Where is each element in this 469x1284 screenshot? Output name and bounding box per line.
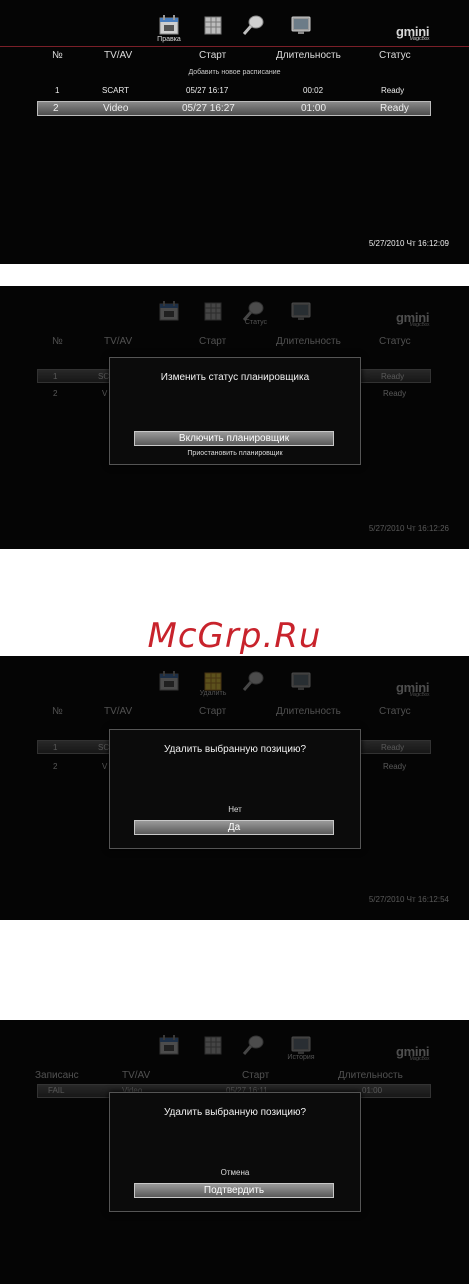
menu-icon-bar: Удалить gmini MagicBox xyxy=(0,666,469,702)
column-header-status: Статус xyxy=(379,336,411,347)
clock: 5/27/2010 Чт 16:12:09 xyxy=(368,239,449,248)
add-new-schedule[interactable]: Добавить новое расписание xyxy=(0,69,469,76)
site-watermark: McGrp.Ru xyxy=(147,616,322,656)
column-header-source: TV/AV xyxy=(104,50,133,61)
cancel-option[interactable]: Отмена xyxy=(110,1168,360,1177)
column-header-duration: Длительность xyxy=(276,336,341,347)
yes-button[interactable]: Да xyxy=(134,820,334,835)
screen-scheduler-status: Статус gmini MagicBox № TV/AV Старт Длите… xyxy=(0,286,469,549)
table-row[interactable]: 1 SCART 05/27 16:17 00:02 Ready xyxy=(0,84,469,98)
dialog-title: Удалить выбранную позицию? xyxy=(163,744,307,755)
magnifier-icon[interactable] xyxy=(242,670,264,692)
column-header-duration: Длительность xyxy=(276,50,341,61)
menu-item-label: Правка xyxy=(157,36,181,43)
delete-confirm-dialog: Удалить выбранную позицию? Нет Да xyxy=(109,729,361,849)
column-header-start: Старт xyxy=(199,336,227,347)
column-header-start: Старт xyxy=(242,1070,270,1081)
grid-icon[interactable] xyxy=(202,300,224,322)
column-header-duration: Длительность xyxy=(276,706,341,717)
calendar-icon[interactable] xyxy=(158,300,180,322)
column-header-record: Записанс xyxy=(35,1070,79,1081)
calendar-icon[interactable] xyxy=(158,1034,180,1056)
column-header-duration: Длительность xyxy=(338,1070,403,1081)
column-header-source: TV/AV xyxy=(122,1070,151,1081)
column-header-start: Старт xyxy=(199,706,227,717)
clock: 5/27/2010 Чт 16:12:26 xyxy=(368,524,449,533)
menu-icon-bar: История gmini MagicBox xyxy=(0,1030,469,1066)
calendar-icon[interactable] xyxy=(158,670,180,692)
magnifier-icon[interactable] xyxy=(242,1034,264,1056)
column-header-number: № xyxy=(52,50,63,61)
menu-icon-bar: Правка gmini MagicBox xyxy=(0,10,469,46)
scheduler-status-dialog: Изменить статус планировщика Включить пл… xyxy=(109,357,361,465)
confirm-button[interactable]: Подтвердить xyxy=(134,1183,334,1198)
no-option[interactable]: Нет xyxy=(110,805,360,814)
screen-history-delete: История gmini MagicBox Записанс TV/AV Ста… xyxy=(0,1020,469,1284)
column-header-status: Статус xyxy=(379,50,411,61)
history-delete-dialog: Удалить выбранную позицию? Отмена Подтве… xyxy=(109,1092,361,1212)
column-header-start: Старт xyxy=(199,50,227,61)
column-header-source: TV/AV xyxy=(104,706,133,717)
column-header-source: TV/AV xyxy=(104,336,133,347)
screen-schedule-list: Правка gmini MagicBox № TV/AV Старт Длите… xyxy=(0,0,469,264)
pause-scheduler-option[interactable]: Приостановить планировщик xyxy=(110,450,360,457)
monitor-icon[interactable] xyxy=(290,300,312,322)
dialog-title: Изменить статус планировщика xyxy=(160,372,310,383)
grid-icon[interactable] xyxy=(202,14,224,36)
table-row-selected[interactable]: 2 Video 05/27 16:27 01:00 Ready xyxy=(37,101,431,116)
grid-icon[interactable] xyxy=(202,1034,224,1056)
enable-scheduler-button[interactable]: Включить планировщик xyxy=(134,431,334,446)
clock: 5/27/2010 Чт 16:12:54 xyxy=(368,895,449,904)
brand-logo: gmini MagicBox xyxy=(396,1044,430,1062)
column-header-number: № xyxy=(52,336,63,347)
menu-icon-bar: Статус gmini MagicBox xyxy=(0,296,469,332)
brand-logo: gmini MagicBox xyxy=(396,310,430,328)
menu-item-label: История xyxy=(287,1054,315,1061)
header-divider xyxy=(0,46,469,47)
brand-logo: gmini MagicBox xyxy=(396,24,430,42)
screen-delete-confirm: Удалить gmini MagicBox № TV/AV Старт Длит… xyxy=(0,656,469,920)
magnifier-icon[interactable] xyxy=(242,14,264,36)
calendar-icon[interactable] xyxy=(158,14,180,36)
menu-item-label: Удалить xyxy=(199,690,227,697)
menu-item-label: Статус xyxy=(244,319,268,326)
monitor-icon[interactable] xyxy=(290,1034,312,1056)
column-header-status: Статус xyxy=(379,706,411,717)
monitor-icon[interactable] xyxy=(290,14,312,36)
trash-icon[interactable] xyxy=(202,670,224,692)
dialog-title: Удалить выбранную позицию? xyxy=(163,1107,307,1118)
brand-logo: gmini MagicBox xyxy=(396,680,430,698)
column-header-number: № xyxy=(52,706,63,717)
monitor-icon[interactable] xyxy=(290,670,312,692)
